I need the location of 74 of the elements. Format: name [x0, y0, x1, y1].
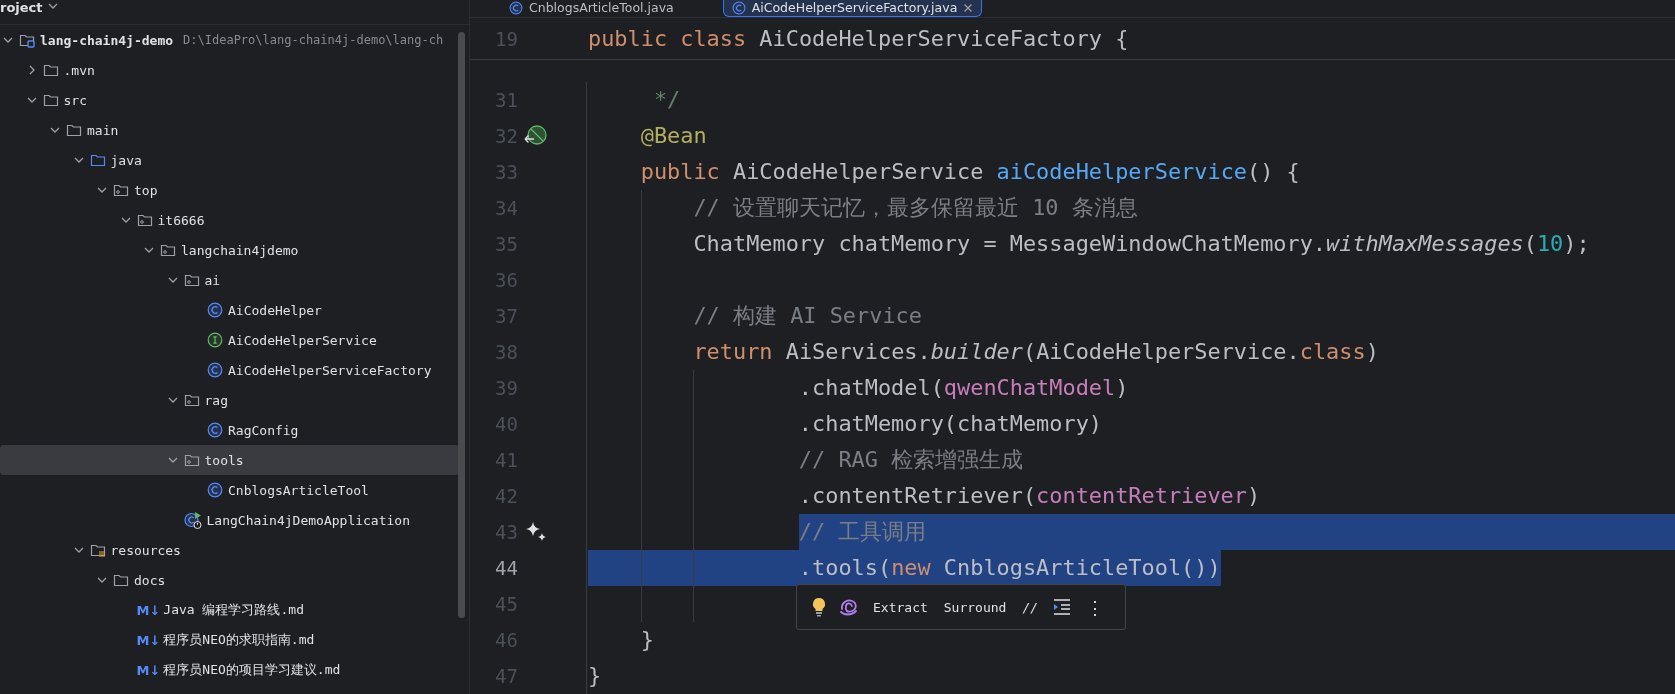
- line-number: 44: [494, 557, 518, 579]
- tree-item[interactable]: .mvn: [0, 55, 459, 85]
- markdown-icon: M↓: [136, 632, 161, 648]
- folder-icon: [42, 92, 59, 108]
- code-line: // 构建 AI Service: [692, 302, 922, 330]
- folder-icon: [89, 152, 106, 168]
- tree-item[interactable]: M↓ Java 编程学习路线.md: [0, 595, 459, 625]
- action-button[interactable]: Extract: [871, 597, 930, 617]
- package-icon: [136, 212, 153, 228]
- more-button[interactable]: ⋮: [1084, 594, 1107, 620]
- tree-item[interactable]: resources: [0, 535, 459, 565]
- tree-item[interactable]: CnblogsArticleTool: [0, 475, 459, 505]
- interface-icon: [207, 332, 223, 348]
- package-icon: [183, 272, 200, 288]
- tree-item[interactable]: docs: [0, 565, 459, 595]
- class-icon: [207, 422, 223, 438]
- code-line: public AiCodeHelperService aiCodeHelperService() {: [639, 158, 1300, 186]
- action-button[interactable]: Surround: [941, 597, 1009, 617]
- tree-item[interactable]: src: [0, 85, 459, 115]
- close-icon[interactable]: [963, 2, 974, 13]
- comment-button[interactable]: //: [1020, 597, 1041, 617]
- tree-item[interactable]: AiCodeHelper: [0, 295, 459, 325]
- code-line: }: [588, 662, 602, 690]
- tree-item[interactable]: it6666: [0, 205, 459, 235]
- code-line: ChatMemory chatMemory = MessageWindowChatMemory.withMaxMessages(10);: [692, 230, 1590, 258]
- bulb-icon[interactable]: [811, 597, 827, 617]
- folder-icon: [42, 62, 59, 78]
- code-line: @Bean: [639, 122, 707, 150]
- tree-item[interactable]: tools: [0, 445, 459, 475]
- resources-folder-icon: [89, 542, 106, 558]
- class-icon: [731, 0, 746, 15]
- code-line: .chatModel(qwenChatModel): [797, 374, 1129, 402]
- editor-tab[interactable]: AiCodeHelperServiceFactory.java: [722, 0, 983, 17]
- tree-item[interactable]: langchain4jdemo: [0, 235, 459, 265]
- code-line: .chatMemory(chatMemory): [797, 410, 1102, 438]
- spiral-icon[interactable]: [839, 597, 859, 617]
- application-icon: [183, 511, 202, 529]
- tree-item[interactable]: RagConfig: [0, 415, 459, 445]
- editor-tab[interactable]: CnblogsArticleTool.java: [500, 0, 683, 17]
- tree-item[interactable]: M↓ 程序员NEO的项目学习建议.md: [0, 655, 459, 685]
- tree-item[interactable]: AiCodeHelperService: [0, 325, 459, 355]
- package-icon: [183, 452, 200, 468]
- tree-item[interactable]: AiCodeHelperServiceFactory: [0, 355, 459, 385]
- package-icon: [113, 182, 129, 198]
- reformat-icon[interactable]: [1052, 598, 1073, 616]
- tree-item[interactable]: M↓ 程序员NEO的求职指南.md: [0, 625, 459, 655]
- folder-icon: [113, 572, 129, 588]
- code-line: return AiServices.builder(AiCodeHelperService.class): [692, 338, 1379, 366]
- class-icon: [207, 482, 223, 498]
- tree-item[interactable]: lang-chain4j-demo D:\IdeaPro\lang-chain4j-demo\lang-ch: [0, 25, 459, 55]
- code-line: }: [639, 626, 654, 654]
- code-line: .contentRetriever(contentRetriever): [797, 482, 1261, 510]
- tree-item[interactable]: rag: [0, 385, 459, 415]
- code-line: // 设置聊天记忆，最多保留最近 10 条消息: [692, 194, 1138, 222]
- class-icon: [207, 302, 223, 318]
- markdown-icon: M↓: [136, 602, 161, 618]
- folder-icon: [66, 122, 82, 138]
- panel-title: roject: [0, 0, 43, 15]
- code-line: public class AiCodeHelperServiceFactory {: [588, 24, 1129, 53]
- tree-item[interactable]: top: [0, 175, 459, 205]
- tree-item[interactable]: ai: [0, 265, 459, 295]
- package-icon: [183, 392, 200, 408]
- project-path: D:\IdeaPro\lang-chain4j-demo\lang-ch: [183, 33, 444, 47]
- package-icon: [160, 242, 176, 258]
- markdown-icon: M↓: [136, 662, 161, 678]
- scrollbar[interactable]: [458, 32, 465, 618]
- tree-item[interactable]: LangChain4jDemoApplication: [0, 505, 459, 535]
- class-icon: [207, 362, 223, 378]
- module-icon: [19, 32, 35, 48]
- class-icon: [509, 0, 523, 15]
- tree-item[interactable]: java: [0, 145, 459, 175]
- tree-item[interactable]: main: [0, 115, 459, 145]
- code-line: */: [652, 86, 681, 114]
- code-line: // RAG 检索增强生成: [797, 446, 1024, 474]
